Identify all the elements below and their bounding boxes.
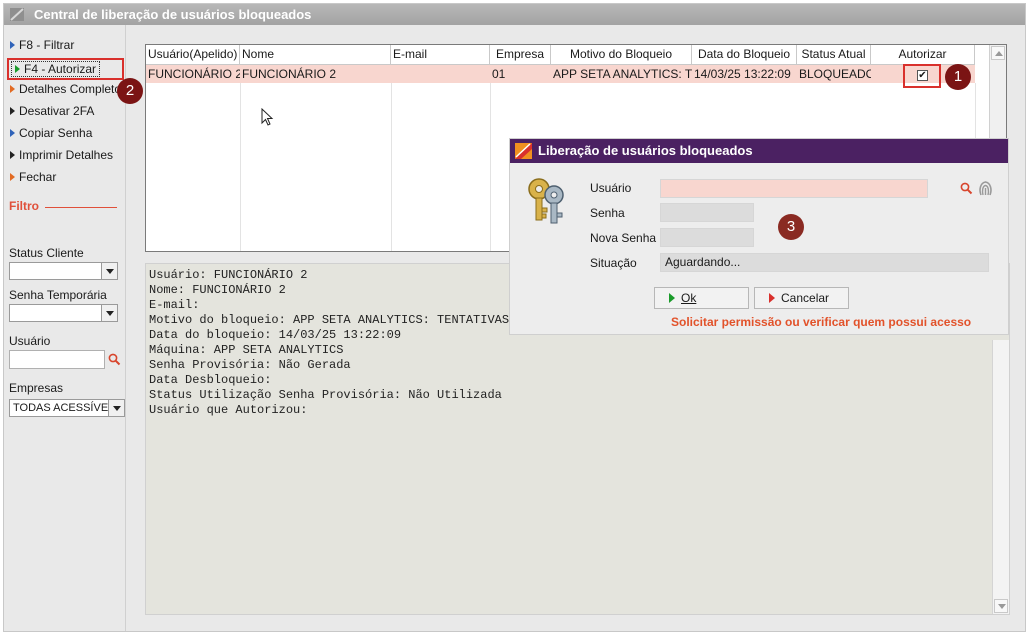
permission-warning: Solicitar permissão ou verificar quem po… [671, 315, 972, 329]
mouse-cursor-icon [261, 108, 274, 126]
status-cliente-select[interactable] [9, 262, 118, 280]
detail-line: Data Desbloqueio: [149, 373, 272, 387]
filter-divider [45, 207, 117, 208]
filter-section-label: Filtro [9, 199, 39, 213]
window-icon [10, 8, 24, 21]
cell-nome[interactable]: FUNCIONÁRIO 2 [240, 65, 391, 83]
dialog-title-bar: Liberação de usuários bloqueados [510, 139, 1008, 163]
sidebar: F8 - Filtrar F4 - Autorizar Detalhes Com… [4, 25, 126, 631]
column-divider [240, 83, 241, 251]
dialog-title: Liberação de usuários bloqueados [538, 143, 753, 158]
orange-arrow-icon [10, 172, 15, 181]
senha-label: Senha [590, 206, 625, 220]
chevron-down-icon[interactable] [101, 305, 117, 321]
search-icon[interactable] [960, 182, 973, 195]
black-arrow-icon [10, 106, 15, 115]
cell-empresa[interactable]: 01 [490, 65, 551, 83]
column-header[interactable]: Data do Bloqueio [692, 45, 797, 65]
cell-email[interactable] [391, 65, 490, 83]
cancel-button[interactable]: Cancelar [754, 287, 849, 309]
sidebar-item-label: Fechar [19, 170, 57, 184]
sidebar-item-label: Detalhes Completos [19, 82, 122, 96]
black-arrow-icon [10, 150, 15, 159]
window-title: Central de liberação de usuários bloquea… [34, 7, 312, 22]
nova-senha-input[interactable] [660, 228, 754, 247]
detail-line: Máquina: APP SETA ANALYTICS [149, 343, 344, 357]
senha-temporaria-label: Senha Temporária [9, 288, 107, 302]
usuario-input[interactable] [660, 179, 928, 198]
search-icon[interactable] [108, 353, 121, 366]
checkbox-highlight [903, 64, 941, 88]
column-header[interactable]: Status Atual [797, 45, 871, 65]
unlock-dialog: Liberação de usuários bloqueados Usuário… [509, 138, 1009, 335]
situacao-label: Situação [590, 256, 637, 270]
cancel-label: Cancelar [781, 291, 830, 305]
sidebar-item-fechar[interactable]: Fechar [10, 168, 56, 186]
senha-input[interactable] [660, 203, 754, 222]
usuario-filter-input[interactable] [9, 350, 105, 369]
detail-line: Senha Provisória: Não Gerada [149, 358, 351, 372]
column-header[interactable]: Empresa [490, 45, 551, 65]
details-scrollbar[interactable] [992, 340, 1009, 614]
step-badge-3: 3 [778, 214, 804, 240]
green-arrow-icon [15, 64, 20, 73]
column-header[interactable]: Autorizar [871, 45, 975, 65]
column-divider [490, 83, 491, 251]
blue-arrow-icon [10, 40, 15, 49]
orange-arrow-icon [10, 84, 15, 93]
situacao-field: Aguardando... [660, 253, 989, 272]
cancel-arrow-icon [769, 293, 775, 303]
usuario-label: Usuário [590, 181, 632, 195]
column-header[interactable]: E-mail [391, 45, 490, 65]
sidebar-item-label: F8 - Filtrar [19, 38, 75, 52]
nova-senha-label: Nova Senha [590, 231, 657, 245]
column-header[interactable]: Usuário(Apelido) [146, 45, 240, 65]
fingerprint-icon[interactable] [978, 179, 993, 197]
empresas-select[interactable]: TODAS ACESSÍVEIS [9, 399, 125, 417]
column-header[interactable]: Nome [240, 45, 391, 65]
sidebar-item-label: Copiar Senha [19, 126, 93, 140]
sidebar-item-filtrar[interactable]: F8 - Filtrar [10, 36, 74, 54]
title-bar: Central de liberação de usuários bloquea… [4, 4, 1025, 25]
senha-temporaria-select[interactable] [9, 304, 118, 322]
step-badge-1: 1 [945, 64, 971, 90]
sidebar-item-imprimir[interactable]: Imprimir Detalhes [10, 146, 113, 164]
sidebar-item-label: Imprimir Detalhes [19, 148, 114, 162]
sidebar-item-copiar-senha[interactable]: Copiar Senha [10, 124, 92, 142]
sidebar-item-autorizar[interactable]: F4 - Autorizar [7, 58, 124, 80]
cell-status[interactable]: BLOQUEADO [797, 65, 871, 83]
chevron-down-icon[interactable] [108, 400, 124, 416]
empresas-value: TODAS ACESSÍVEIS [13, 402, 119, 414]
sidebar-item-desativar-2fa[interactable]: Desativar 2FA [10, 102, 94, 120]
ok-label: Ok [681, 291, 697, 305]
column-header[interactable]: Motivo do Bloqueio [551, 45, 692, 65]
column-divider [391, 83, 392, 251]
cell-motivo[interactable]: APP SETA ANALYTICS: TENTATIVAS [551, 65, 692, 83]
status-cliente-label: Status Cliente [9, 246, 84, 260]
detail-line: Status Utilização Senha Provisória: Não … [149, 388, 502, 402]
blue-arrow-icon [10, 128, 15, 137]
usuario-filter-label: Usuário [9, 334, 51, 348]
chevron-down-icon[interactable] [101, 263, 117, 279]
ok-arrow-icon [669, 293, 675, 303]
sidebar-item-label: Desativar 2FA [19, 104, 95, 118]
keys-icon [528, 178, 564, 224]
sidebar-item-label: F4 - Autorizar [24, 62, 97, 76]
cell-apelido[interactable]: FUNCIONÁRIO 2 [146, 65, 240, 83]
cell-data[interactable]: 14/03/25 13:22:09 [692, 65, 797, 83]
scroll-down-icon[interactable] [994, 599, 1008, 613]
step-badge-2: 2 [117, 78, 143, 104]
app-logo-icon [515, 143, 532, 159]
scroll-up-icon[interactable] [991, 46, 1005, 60]
ok-button[interactable]: Ok [654, 287, 749, 309]
empresas-label: Empresas [9, 381, 64, 395]
sidebar-item-detalhes[interactable]: Detalhes Completos [10, 80, 122, 98]
detail-line: Usuário que Autorizou: [149, 403, 308, 417]
